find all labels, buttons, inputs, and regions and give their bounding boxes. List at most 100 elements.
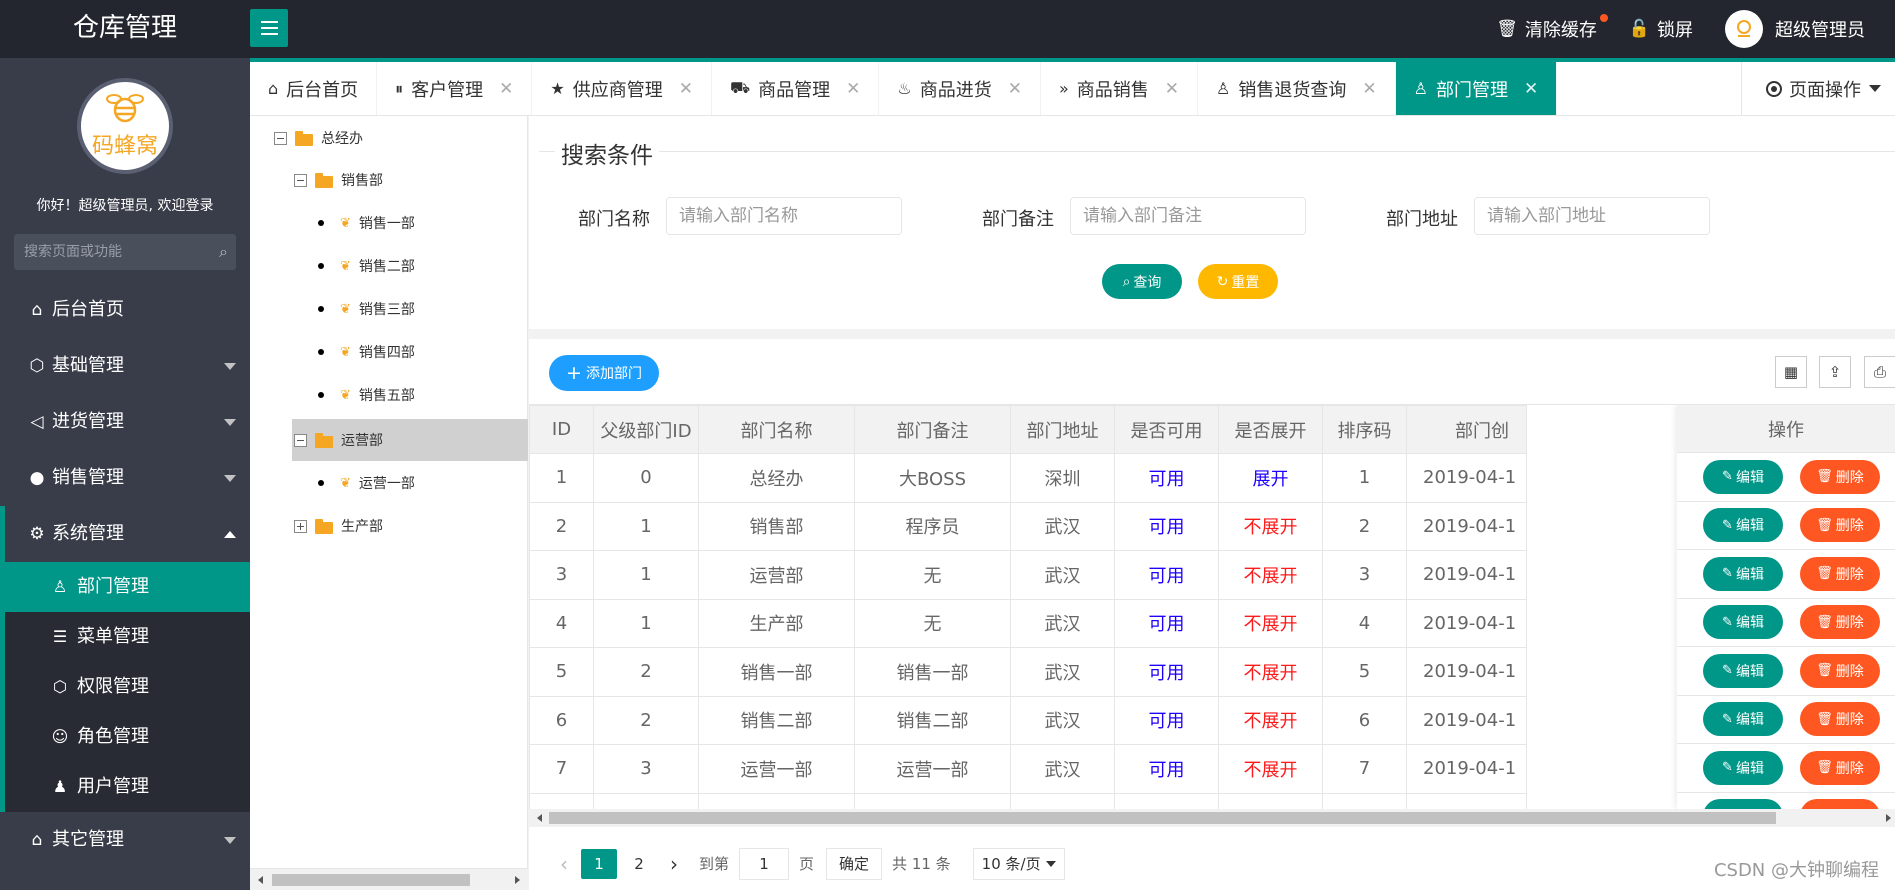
sidebar-item-purchase[interactable]: ◁ 进货管理 [0,394,250,450]
sidebar-item-home[interactable]: ⌂ 后台首页 [0,282,250,338]
tree-node-ops[interactable]: 运营部 [294,423,383,457]
tree-node-leaf[interactable]: ❦ 销售二部 [318,249,415,283]
page-number-current[interactable]: 1 [581,848,617,879]
scrollbar-thumb[interactable] [272,874,470,886]
close-icon[interactable]: ✕ [1008,79,1022,99]
sidebar-item-sales[interactable]: ● 销售管理 [0,450,250,506]
edit-button[interactable]: ✎ 编辑 [1703,556,1783,591]
sidebar-item-other[interactable]: ⌂ 其它管理 [0,812,250,868]
tree-node-leaf[interactable]: ❦ 销售三部 [318,292,415,326]
edit-button[interactable]: ✎ 编辑 [1703,459,1783,494]
delete-button[interactable]: 🗑 删除 [1800,605,1880,640]
menu-toggle-button[interactable] [250,9,288,47]
add-department-button[interactable]: + 添加部门 [549,355,659,391]
tab-department[interactable]: ♙ 部门管理 ✕ [1395,62,1558,115]
sidebar-item-menu[interactable]: ☰ 菜单管理 [5,612,250,662]
tree-node-sales[interactable]: 销售部 [294,163,383,197]
tab-goods-purchase[interactable]: ♨ 商品进货 ✕ [879,62,1041,115]
column-header[interactable]: 部门名称 [698,405,855,454]
sidebar-item-basic[interactable]: ⬡ 基础管理 [0,338,250,394]
table-row[interactable]: 4 1 生产部 无 武汉 可用 不展开 4 2019-04-1 [529,598,1527,648]
reset-button[interactable]: ↻ 重置 [1198,264,1278,299]
tree-node-root[interactable]: 总经办 [274,121,363,155]
delete-button[interactable] [1800,799,1880,809]
tree-node-leaf[interactable]: ❦ 销售四部 [318,335,415,369]
collapse-icon[interactable] [294,433,307,447]
expand-icon[interactable] [294,519,307,533]
user-menu[interactable]: 超级管理员 [1725,10,1895,48]
sidebar-item-system[interactable]: ⚙ 系统管理 [0,506,250,562]
edit-button[interactable] [1703,799,1783,809]
delete-button[interactable]: 🗑 删除 [1800,750,1880,785]
sidebar-item-role[interactable]: ☺ 角色管理 [5,712,250,762]
close-icon[interactable]: ✕ [1165,79,1179,99]
column-header[interactable]: 是否展开 [1218,405,1323,454]
tree-node-leaf[interactable]: ❦ 销售五部 [318,378,415,412]
table-row[interactable]: 6 2 销售二部 销售二部 武汉 可用 不展开 6 2019-04-1 [529,695,1527,745]
edit-button[interactable]: ✎ 编辑 [1703,508,1783,543]
tab-goods[interactable]: ⛟ 商品管理 ✕ [712,62,880,115]
scroll-right-icon[interactable] [1886,814,1891,822]
tab-home[interactable]: ⌂ 后台首页 [250,62,378,115]
lock-screen-button[interactable]: 🔓 锁屏 [1629,16,1693,42]
clear-cache-button[interactable]: 🗑 清除缓存 [1496,14,1608,42]
tab-sales-return[interactable]: ♙ 销售退货查询 ✕ [1198,62,1396,115]
collapse-icon[interactable] [274,131,287,145]
edit-button[interactable]: ✎ 编辑 [1703,605,1783,640]
page-jump-input[interactable]: 1 [739,847,790,880]
column-header[interactable]: 父级部门ID [593,405,699,454]
scroll-right-icon[interactable] [515,876,520,884]
scroll-left-icon[interactable] [537,814,542,822]
tree-node-leaf[interactable]: ❦ 运营一部 [318,466,415,500]
table-row[interactable]: 5 2 销售一部 销售一部 武汉 可用 不展开 5 2019-04-1 [529,647,1527,697]
column-header[interactable]: 部门备注 [854,405,1011,454]
tab-goods-sales[interactable]: » 商品销售 ✕ [1041,62,1199,115]
department-address-input[interactable]: 请输入部门地址 [1474,197,1710,235]
column-header[interactable]: 是否可用 [1114,405,1219,454]
table-row[interactable]: 2 1 销售部 程序员 武汉 可用 不展开 2 2019-04-1 [529,501,1527,551]
close-icon[interactable]: ✕ [1362,79,1376,99]
collapse-icon[interactable] [294,173,307,187]
export-button[interactable]: ⇪ [1819,356,1851,388]
page-number[interactable]: 2 [621,849,657,879]
column-header[interactable]: 部门创 [1406,405,1527,454]
column-header[interactable]: 部门地址 [1010,405,1115,454]
columns-filter-button[interactable]: ▦ [1775,356,1807,388]
tab-customer[interactable]: ⏸ 客户管理 ✕ [377,62,533,115]
sidebar-item-permission[interactable]: ⬡ 权限管理 [5,662,250,712]
close-icon[interactable]: ✕ [1524,79,1538,99]
print-button[interactable]: ⎙ [1864,356,1895,388]
tab-supplier[interactable]: ★ 供应商管理 ✕ [532,62,713,115]
edit-button[interactable]: ✎ 编辑 [1703,702,1783,737]
sidebar-item-department[interactable]: ♙ 部门管理 [5,562,250,612]
close-icon[interactable]: ✕ [679,79,693,99]
column-header[interactable]: 排序码 [1322,405,1407,454]
delete-button[interactable]: 🗑 删除 [1800,459,1880,494]
department-name-input[interactable]: 请输入部门名称 [666,197,902,235]
prev-page-icon[interactable]: ‹ [549,852,579,876]
delete-button[interactable]: 🗑 删除 [1800,508,1880,543]
table-row[interactable]: 1 0 总经办 大BOSS 深圳 可用 展开 1 2019-04-1 [529,453,1527,503]
tree-node-leaf[interactable]: ❦ 销售一部 [318,206,415,240]
page-size-select[interactable]: 10 条/页 [972,847,1065,880]
column-header[interactable]: ID [529,405,594,454]
tree-node-production[interactable]: 生产部 [294,509,383,543]
edit-button[interactable]: ✎ 编辑 [1703,750,1783,785]
close-icon[interactable]: ✕ [499,79,513,99]
page-operations-dropdown[interactable]: 页面操作 [1741,62,1895,115]
delete-button[interactable]: 🗑 删除 [1800,702,1880,737]
next-page-icon[interactable]: › [659,852,689,876]
edit-button[interactable]: ✎ 编辑 [1703,653,1783,688]
page-jump-confirm-button[interactable]: 确定 [826,847,883,880]
tree-horizontal-scrollbar[interactable] [250,868,528,890]
delete-button[interactable]: 🗑 删除 [1800,653,1880,688]
delete-button[interactable]: 🗑 删除 [1800,556,1880,591]
scroll-left-icon[interactable] [258,876,263,884]
table-horizontal-scrollbar[interactable] [529,809,1895,827]
table-row[interactable]: 3 1 运营部 无 武汉 可用 不展开 3 2019-04-1 [529,550,1527,600]
query-button[interactable]: ⌕ 查询 [1102,264,1182,299]
close-icon[interactable]: ✕ [846,79,860,99]
department-remark-input[interactable]: 请输入部门备注 [1070,197,1306,235]
scrollbar-thumb[interactable] [549,812,1776,824]
sidebar-search-input[interactable]: 搜索页面或功能 ⌕ [14,234,236,270]
